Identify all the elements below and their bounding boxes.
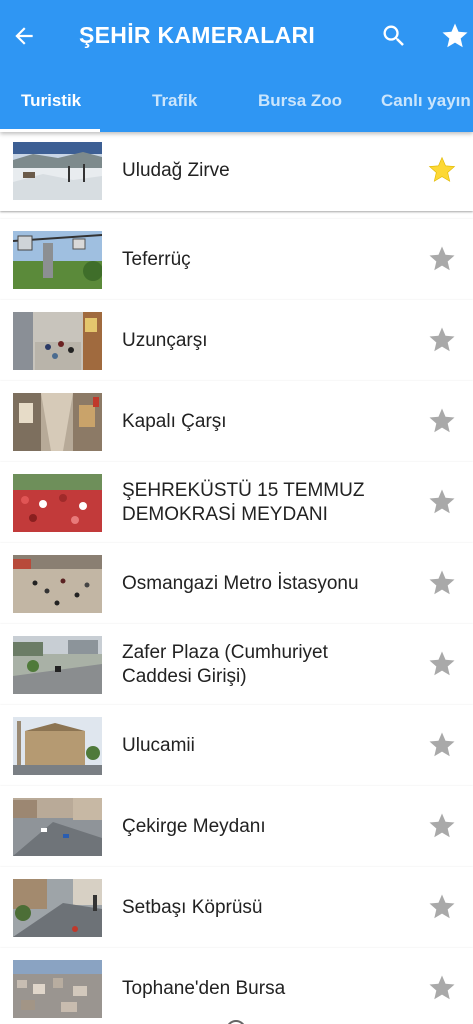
camera-name: Çekirge Meydanı [122, 815, 266, 837]
favorite-toggle[interactable] [426, 972, 458, 1004]
camera-thumbnail [13, 312, 102, 370]
search-button[interactable] [378, 20, 410, 52]
camera-name: Uzunçarşı [122, 329, 208, 351]
camera-name: Osmangazi Metro İstasyonu [122, 572, 359, 594]
favorite-toggle[interactable] [426, 243, 458, 275]
camera-row-zafer-plaza[interactable]: Zafer Plaza (Cumhuriyet Caddesi Girişi) [0, 624, 473, 705]
tab-canli-yayin[interactable]: Canlı yayın [381, 91, 471, 111]
camera-name: Teferrüç [122, 248, 191, 270]
tab-bar: Turistik Trafik Bursa Zoo Canlı yayın [0, 76, 473, 132]
favorite-toggle[interactable] [426, 154, 458, 186]
star-icon [442, 23, 468, 48]
star-icon [429, 651, 455, 676]
star-icon [429, 246, 455, 271]
favorites-button[interactable] [438, 19, 472, 53]
camera-row-setbasi-koprusu[interactable]: Setbaşı Köprüsü [0, 867, 473, 948]
camera-thumbnail [13, 142, 102, 200]
camera-row-ulucamii[interactable]: Ulucamii [0, 705, 473, 786]
active-tab-indicator [0, 129, 100, 132]
camera-name: ŞEHREKÜSTÜ 15 TEMMUZ DEMOKRASİ MEYDANI [122, 479, 365, 525]
tab-turistik[interactable]: Turistik [21, 91, 81, 111]
page-title: ŞEHİR KAMERALARI [79, 22, 316, 48]
camera-row-sehrekustu[interactable]: ŞEHREKÜSTÜ 15 TEMMUZ DEMOKRASİ MEYDANI [0, 462, 473, 543]
star-icon [429, 975, 455, 1000]
camera-name: Setbaşı Köprüsü [122, 896, 263, 918]
favorite-toggle[interactable] [426, 567, 458, 599]
favorite-toggle[interactable] [426, 486, 458, 518]
star-icon [429, 813, 455, 838]
favorite-toggle[interactable] [426, 648, 458, 680]
tab-trafik[interactable]: Trafik [152, 91, 197, 111]
favorite-toggle[interactable] [426, 729, 458, 761]
camera-name: Kapalı Çarşı [122, 410, 227, 432]
camera-thumbnail [13, 717, 102, 775]
camera-thumbnail [13, 474, 102, 532]
arrow-left-icon [15, 27, 33, 45]
app-bar: ŞEHİR KAMERALARI Turistik Trafik Bursa Z… [0, 0, 473, 132]
star-icon [429, 732, 455, 757]
camera-thumbnail [13, 393, 102, 451]
star-icon [429, 327, 455, 352]
camera-row-cekirge-meydani[interactable]: Çekirge Meydanı [0, 786, 473, 867]
camera-thumbnail [13, 960, 102, 1018]
camera-name: Tophane'den Bursa [122, 977, 286, 999]
camera-name: Ulucamii [122, 734, 195, 756]
favorite-toggle[interactable] [426, 891, 458, 923]
camera-list[interactable]: Uludağ Zirve Teferrüç Uzunçarşı Kapalı Ç… [0, 132, 473, 1024]
favorite-toggle[interactable] [426, 324, 458, 356]
search-icon [383, 25, 404, 46]
tab-bursa-zoo[interactable]: Bursa Zoo [258, 91, 342, 111]
camera-row-teferruc[interactable]: Teferrüç [0, 219, 473, 300]
star-icon [429, 894, 455, 919]
camera-row-uzuncarsi[interactable]: Uzunçarşı [0, 300, 473, 381]
camera-thumbnail [13, 879, 102, 937]
camera-name: Uludağ Zirve [122, 159, 230, 181]
app-screen: ŞEHİR KAMERALARI Turistik Trafik Bursa Z… [0, 0, 473, 1024]
star-icon [429, 489, 455, 514]
star-icon [429, 408, 455, 433]
camera-row-osmangazi-metro[interactable]: Osmangazi Metro İstasyonu [0, 543, 473, 624]
favorite-toggle[interactable] [426, 405, 458, 437]
camera-name: Zafer Plaza (Cumhuriyet Caddesi Girişi) [122, 641, 328, 687]
favorite-toggle[interactable] [426, 810, 458, 842]
camera-thumbnail [13, 555, 102, 613]
camera-thumbnail [13, 798, 102, 856]
back-button[interactable] [8, 18, 40, 54]
camera-thumbnail [13, 231, 102, 289]
camera-row-kapali-carsi[interactable]: Kapalı Çarşı [0, 381, 473, 462]
star-icon [429, 570, 455, 595]
camera-thumbnail [13, 636, 102, 694]
star-icon [428, 156, 456, 182]
camera-row-uludag-zirve[interactable]: Uludağ Zirve [0, 132, 473, 211]
camera-row-tophaneden-bursa[interactable]: Tophane'den Bursa [0, 948, 473, 1024]
